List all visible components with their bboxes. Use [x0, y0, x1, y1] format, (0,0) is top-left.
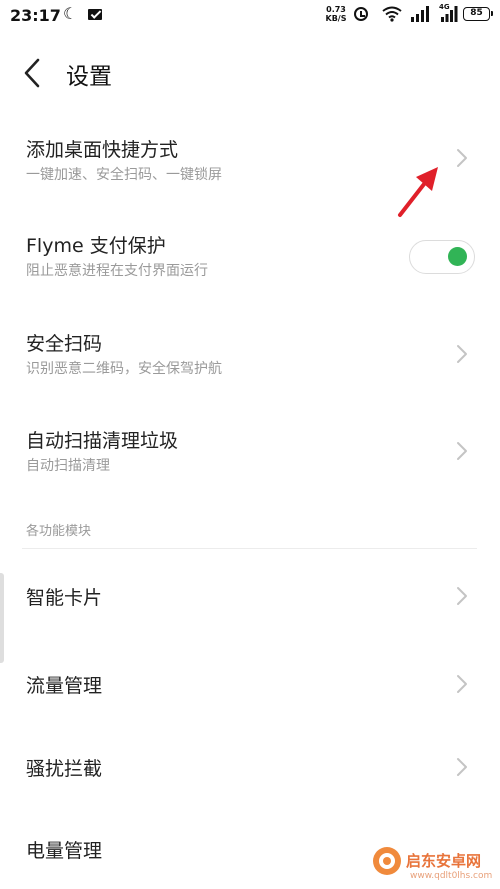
module-harassment-block[interactable]: 骚扰拦截 — [0, 728, 500, 808]
chevron-right-icon — [457, 587, 467, 605]
signal-icon-secondary — [441, 6, 458, 22]
status-bar: 23:17 ☾ 0.73 KB/S 4G 85 — [0, 0, 500, 32]
setting-secure-scan[interactable]: 安全扫码 识别恶意二维码，安全保驾护航 — [0, 315, 500, 395]
network-speed-unit: KB/S — [325, 14, 347, 23]
setting-title: Flyme 支付保护 — [26, 235, 166, 257]
toggle-knob — [448, 247, 467, 266]
message-icon — [88, 9, 102, 20]
moon-icon: ☾ — [63, 4, 78, 23]
wifi-icon — [382, 6, 402, 22]
back-icon — [24, 58, 40, 88]
setting-subtitle: 识别恶意二维码，安全保驾护航 — [26, 361, 222, 377]
module-smart-card[interactable]: 智能卡片 — [0, 555, 500, 635]
watermark-text: 启东安卓网 — [406, 852, 482, 870]
module-data-management[interactable]: 流量管理 — [0, 645, 500, 725]
module-title: 智能卡片 — [26, 587, 103, 609]
module-title: 骚扰拦截 — [26, 758, 103, 780]
chevron-right-icon — [457, 345, 467, 363]
page-title: 设置 — [66, 64, 112, 90]
module-title: 流量管理 — [26, 675, 103, 697]
setting-title: 安全扫码 — [26, 333, 103, 355]
back-button[interactable] — [14, 54, 54, 94]
setting-auto-scan-cleanup[interactable]: 自动扫描清理垃圾 自动扫描清理 — [0, 410, 500, 490]
network-speed: 0.73 KB/S — [324, 5, 348, 23]
payment-protection-toggle[interactable] — [409, 240, 475, 274]
setting-subtitle: 一键加速、安全扫码、一键锁屏 — [26, 167, 222, 183]
divider — [22, 548, 477, 549]
chevron-right-icon — [457, 442, 467, 460]
chevron-right-icon — [457, 675, 467, 693]
network-speed-value: 0.73 — [326, 5, 346, 14]
module-title: 电量管理 — [26, 840, 103, 862]
watermark-logo-icon — [373, 847, 401, 875]
setting-flyme-payment-protection: Flyme 支付保护 阻止恶意进程在支付界面运行 — [0, 218, 500, 298]
red-arrow-annotation — [398, 167, 438, 217]
setting-subtitle: 阻止恶意进程在支付界面运行 — [26, 263, 208, 279]
alarm-icon — [354, 7, 368, 21]
setting-subtitle: 自动扫描清理 — [26, 458, 110, 474]
chevron-right-icon — [457, 758, 467, 776]
status-time: 23:17 — [10, 6, 61, 25]
watermark-url: www.qdlt0lhs.com — [410, 871, 493, 881]
section-header: 各功能模块 — [26, 524, 92, 539]
signal-icon — [411, 6, 429, 22]
battery-icon: 85 — [463, 7, 493, 21]
setting-title: 添加桌面快捷方式 — [26, 139, 179, 161]
chevron-right-icon — [457, 149, 467, 167]
setting-title: 自动扫描清理垃圾 — [26, 430, 179, 452]
